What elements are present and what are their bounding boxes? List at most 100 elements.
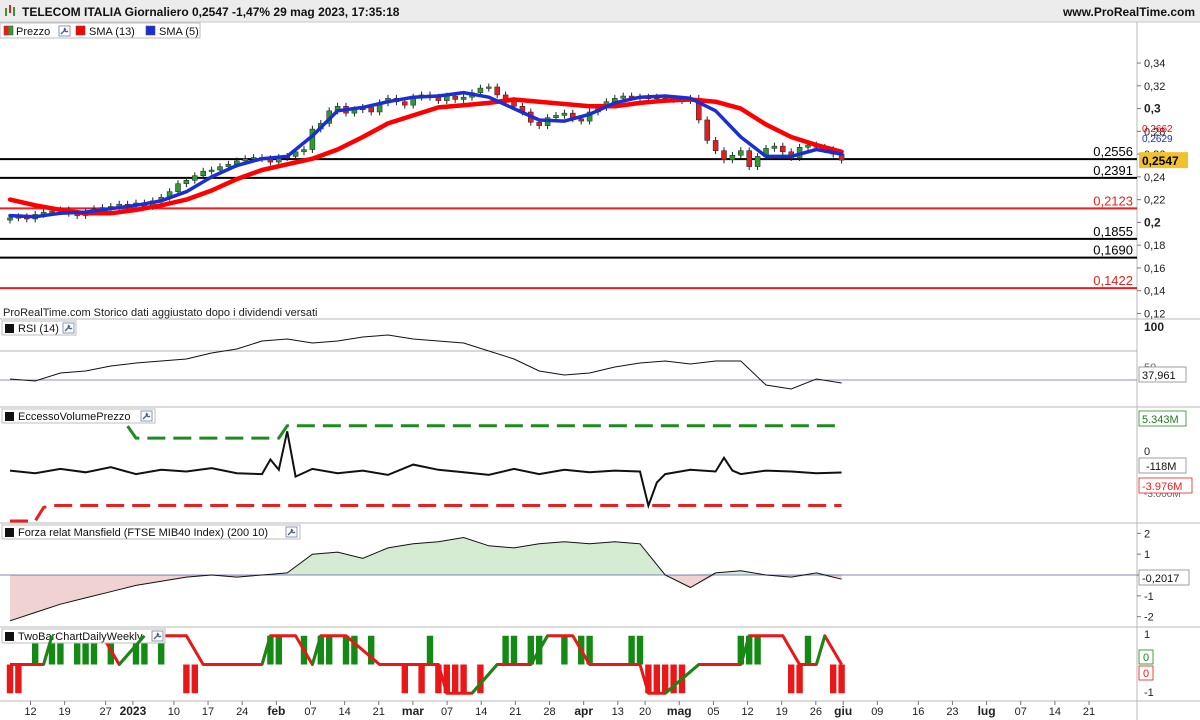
twobar-bar-0	[6, 664, 14, 694]
twobar-bar-47	[401, 664, 408, 694]
time-axis-label-11: mar	[402, 704, 424, 718]
last-price-tag: 0,2547	[1139, 152, 1188, 169]
sma5-legend-swatch	[145, 25, 156, 36]
level-label-4: 0,1690	[1093, 243, 1133, 258]
twobar-bar-98	[830, 664, 837, 694]
level-label-5: 0,1422	[1093, 273, 1133, 288]
wrench-icon[interactable]	[285, 526, 298, 538]
mansfield-axis-tick-3: -1	[1144, 591, 1154, 603]
mansfield-axis-tick-1: 1	[1144, 549, 1150, 561]
time-axis-label-20: 05	[707, 706, 719, 718]
time-axis-label-31: 21	[1083, 706, 1095, 718]
level-label-0: 0,2556	[1093, 144, 1133, 159]
sma5-legend-label: SMA (5)	[159, 26, 199, 38]
time-axis-label-13: 14	[475, 706, 487, 718]
twobar-bar-22	[191, 664, 198, 694]
time-axis-label-18: 20	[639, 706, 651, 718]
time-axis-label-12: 07	[441, 706, 453, 718]
twobar-legend-label: TwoBarChartDailyWeekly	[18, 631, 143, 643]
site-link[interactable]: www.ProRealTime.com	[1062, 5, 1195, 19]
twobar-bar-1	[15, 664, 22, 694]
mansfield-legend-label: Forza relat Mansfield (FTSE MIB40 Index)…	[18, 527, 268, 539]
time-axis-label-19: mag	[667, 704, 692, 718]
candle-88	[746, 147, 752, 171]
chart-canvas[interactable]: TELECOM ITALIA Giornaliero 0,2547 -1,47%…	[0, 0, 1200, 720]
time-axis-label-0: 12	[24, 706, 36, 718]
twobar-bar-77	[653, 664, 660, 694]
time-axis-label-14: 21	[509, 706, 521, 718]
twobar-bar-93	[788, 664, 795, 694]
time-axis-label-29: 07	[1015, 706, 1027, 718]
price-axis-tick-0: 0,34	[1144, 58, 1165, 70]
rsi-last-value: 37,961	[1142, 370, 1176, 382]
wrench-icon[interactable]	[58, 25, 71, 37]
chart-title: TELECOM ITALIA Giornaliero 0,2547 -1,47%…	[22, 5, 400, 19]
mansfield-axis-tick-4: -2	[1144, 612, 1154, 624]
time-axis-label-26: 16	[912, 706, 924, 718]
sma13-legend-label: SMA (13)	[89, 26, 135, 38]
candle-83	[704, 116, 710, 144]
time-axis-label-2: 27	[99, 706, 111, 718]
twobar-bar-21	[183, 664, 190, 694]
twobar-bar-89	[754, 635, 761, 665]
time-axis-label-17: 13	[612, 706, 624, 718]
twobar-value-green: 0	[1143, 652, 1149, 664]
twobar-bar-38	[326, 635, 333, 665]
level-label-1: 0,2391	[1093, 163, 1133, 178]
time-axis-label-10: 21	[373, 706, 385, 718]
time-axis-label-27: 23	[946, 706, 958, 718]
time-axis-label-15: 28	[543, 706, 555, 718]
price-axis-tick-2: 0,3	[1144, 102, 1161, 116]
twobar-bar-32	[275, 635, 282, 665]
twobar-bar-95	[804, 635, 812, 665]
twobar-bar-66	[561, 635, 568, 665]
twobar-bar-75	[636, 635, 644, 665]
time-axis-label-9: 14	[339, 706, 351, 718]
twobar-bar-59	[502, 635, 509, 665]
level-label-3: 0,1855	[1093, 224, 1133, 239]
wrench-icon[interactable]	[151, 630, 164, 642]
twobar-bar-40	[342, 635, 350, 665]
mansfield-axis-tick-0: 2	[1144, 528, 1150, 540]
twobar-value-red: 0	[1143, 668, 1149, 680]
volume-upper-value: 5.343M	[1142, 414, 1179, 426]
volume-legend: EccessoVolumePrezzo	[1, 408, 156, 424]
price-axis-tick-9: 0,16	[1144, 263, 1165, 275]
time-axis-label-23: 26	[810, 706, 822, 718]
volume-lower-value: -3.976M	[1142, 481, 1182, 493]
price-legend: Prezzo SMA (13) SMA (5)	[0, 22, 201, 39]
twobar-bar-78	[662, 664, 669, 694]
time-axis-label-22: 19	[776, 706, 788, 718]
wrench-icon[interactable]	[140, 410, 153, 422]
time-axis-label-1: 19	[59, 706, 71, 718]
price-footnote: ProRealTime.com Storico dati aggiustato …	[3, 307, 317, 319]
twobar-bar-74	[628, 635, 635, 665]
twobar-axis-tick-1: 1	[1144, 629, 1150, 641]
time-axis-label-5: 17	[202, 706, 214, 718]
price-axis-tick-11: 0,12	[1144, 308, 1165, 320]
sma13-legend-swatch	[75, 25, 86, 36]
twobar-bar-49	[418, 664, 425, 694]
rsi-axis-tick-100: 100	[1144, 320, 1164, 334]
twobar-bar-54	[460, 664, 467, 694]
volume-legend-label: EccessoVolumePrezzo	[18, 411, 131, 423]
wrench-icon[interactable]	[62, 322, 75, 334]
price-axis-tick-8: 0,18	[1144, 240, 1165, 252]
rsi-legend: RSI (14)	[1, 320, 77, 336]
mansfield-legend: Forza relat Mansfield (FTSE MIB40 Index)…	[1, 524, 301, 540]
time-axis-label-4: 10	[168, 706, 180, 718]
twobar-axis-tick-minus1: -1	[1144, 687, 1154, 699]
rsi-legend-label: RSI (14)	[18, 323, 59, 335]
header-bar: TELECOM ITALIA Giornaliero 0,2547 -1,47%…	[0, 0, 1200, 23]
twobar-bar-50	[426, 635, 434, 665]
time-axis-label-21: 12	[741, 706, 753, 718]
twobar-bar-53	[452, 664, 459, 694]
twobar-bar-60	[510, 635, 518, 665]
volume-mid-value: -118M	[1146, 461, 1176, 473]
mansfield-last-value: -0,2017	[1142, 573, 1179, 585]
time-axis-label-24: giu	[834, 704, 852, 718]
time-axis-label-28: lug	[978, 704, 996, 718]
time-axis-label-30: 14	[1049, 706, 1061, 718]
time-axis-label-8: 07	[304, 706, 316, 718]
twobar-bar-99	[838, 664, 845, 694]
